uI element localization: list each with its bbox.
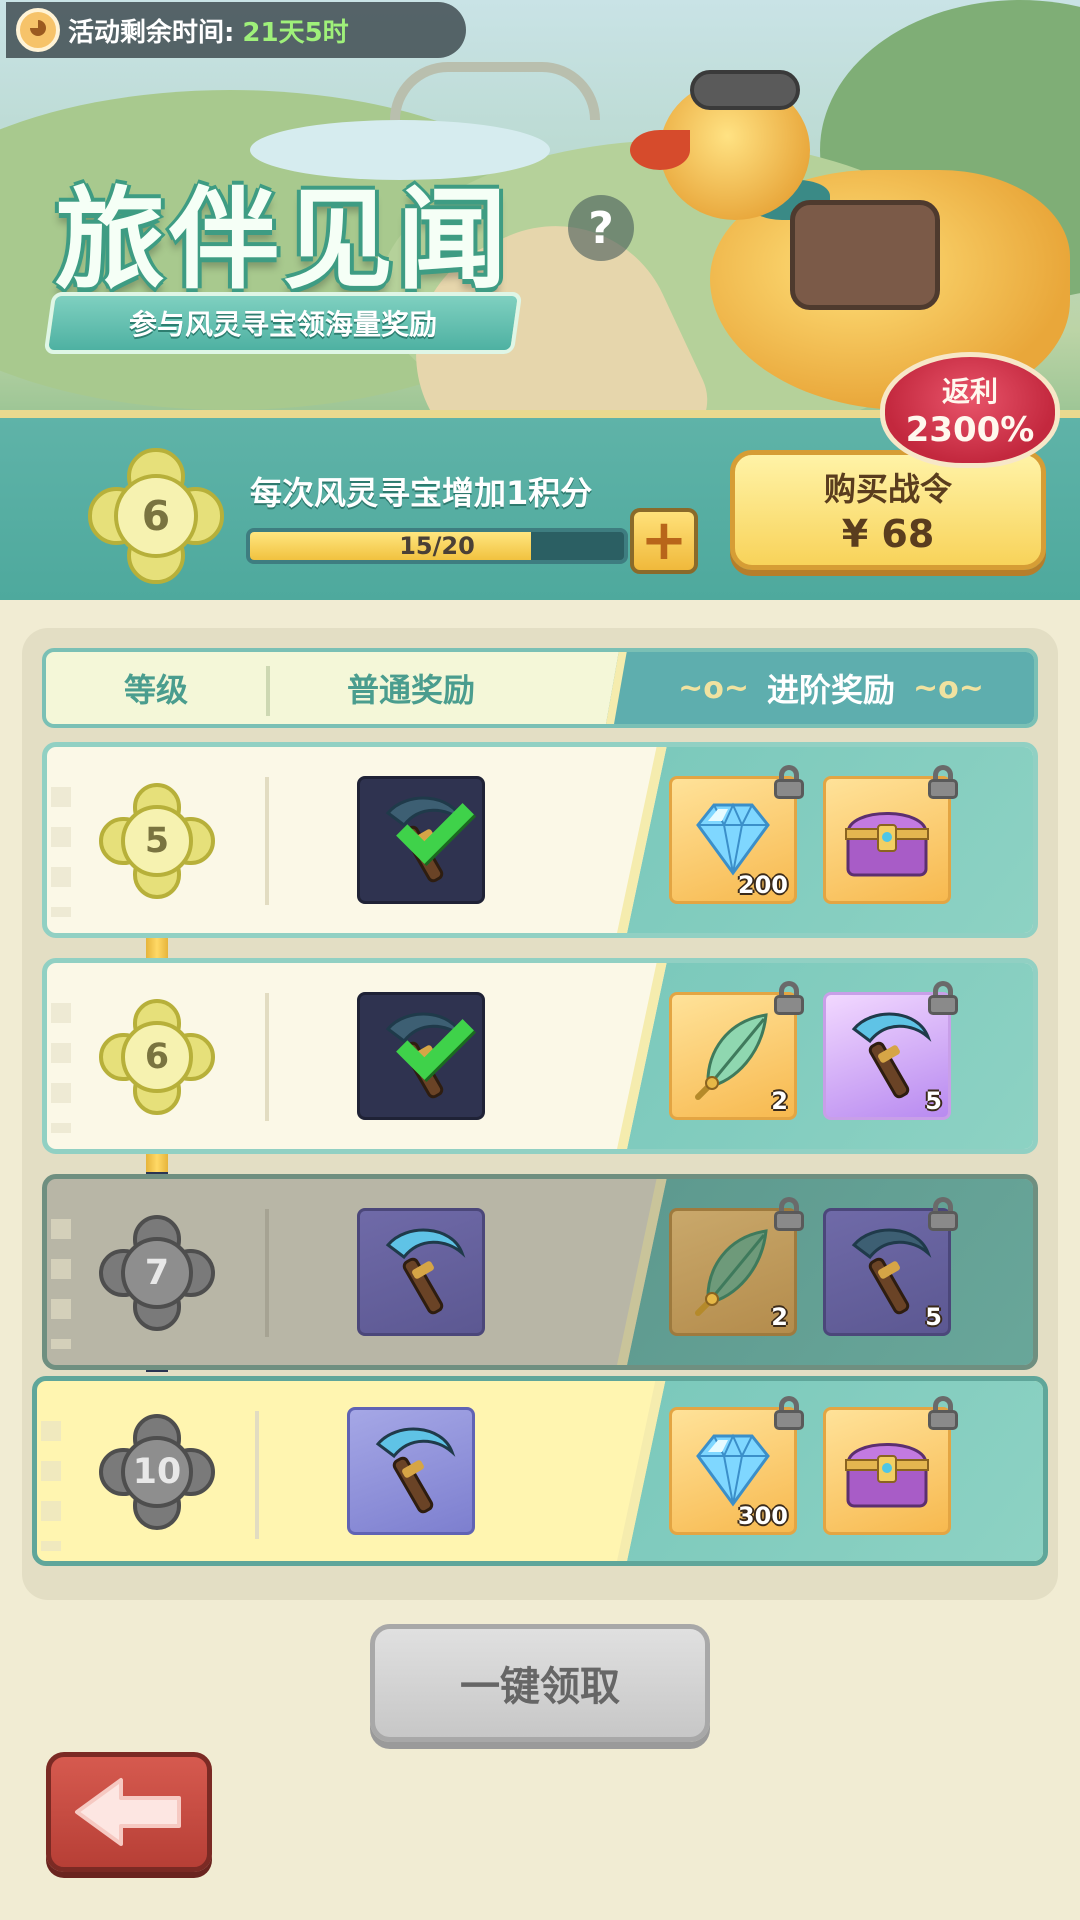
event-timer: 活动剩余时间: 21天5时 (6, 2, 466, 58)
current-level-badge: 6 (88, 448, 224, 584)
reward-quantity: 5 (925, 1303, 942, 1331)
advanced-reward-slot[interactable]: 2 (669, 1197, 804, 1336)
reward-row[interactable]: 6 2 5 (42, 958, 1038, 1154)
rewards-table-header: 等级 普通奖励 ~o~ 进阶奖励 ~o~ (42, 648, 1038, 728)
advanced-reward-slot[interactable]: 2 (669, 981, 804, 1120)
reward-quantity: 2 (771, 1087, 788, 1115)
reward-row[interactable]: 7 2 5 (42, 1174, 1038, 1370)
advanced-reward-slot[interactable]: 300 (669, 1396, 804, 1535)
advanced-reward-slot[interactable]: 5 (823, 1197, 958, 1336)
lock-icon (928, 765, 958, 799)
reward-row[interactable]: 5 200 (42, 742, 1038, 938)
lock-icon (774, 981, 804, 1015)
advanced-reward-slot[interactable] (823, 1396, 958, 1535)
event-title: 旅伴见闻 (55, 176, 511, 304)
column-advanced-label: 进阶奖励 (766, 671, 895, 709)
row-level-badge: 6 (99, 999, 215, 1115)
lock-icon (774, 765, 804, 799)
row-level-badge: 10 (99, 1414, 215, 1530)
advanced-reward-slot[interactable]: 200 (669, 765, 804, 904)
swirl-ornament-icon: ~o~ (678, 670, 749, 706)
level-number: 10 (132, 1452, 182, 1492)
swirl-ornament-icon: ~o~ (913, 670, 984, 706)
column-advanced-reward: ~o~ 进阶奖励 ~o~ (616, 652, 1034, 724)
event-subtitle: 参与风灵寻宝领海量奖励 (43, 292, 523, 354)
reward-quantity: 5 (925, 1087, 942, 1115)
reward-quantity: 2 (771, 1303, 788, 1331)
reward-quantity: 200 (737, 871, 788, 899)
reward-quantity: 300 (737, 1502, 788, 1530)
normal-reward-slot[interactable] (347, 1407, 475, 1535)
lock-icon (928, 1396, 958, 1430)
rebate-value: 2300% (905, 410, 1035, 450)
column-level: 等级 (123, 671, 188, 709)
lock-icon (774, 1197, 804, 1231)
rebate-badge: 返利 2300% (880, 352, 1060, 468)
progress-text: 15/20 (399, 532, 475, 560)
subtitle-text: 参与风灵寻宝领海量奖励 (128, 308, 437, 341)
row-level-badge: 7 (99, 1215, 215, 1331)
normal-reward-slot[interactable] (357, 1208, 485, 1336)
timer-label: 活动剩余时间: (68, 17, 235, 48)
advanced-reward-slot[interactable] (823, 765, 958, 904)
advanced-reward-slot[interactable]: 5 (823, 981, 958, 1120)
buy-pass-label: 购买战令 (823, 470, 952, 508)
normal-reward-slot[interactable] (357, 992, 485, 1120)
lock-icon (928, 981, 958, 1015)
chest-icon (845, 1443, 929, 1508)
reward-row[interactable]: 10 300 (32, 1376, 1048, 1566)
points-description: 每次风灵寻宝增加1积分 (250, 474, 593, 512)
help-button[interactable]: ? (568, 195, 634, 261)
buy-pass-price: ¥ 68 (841, 512, 935, 556)
normal-reward-slot[interactable] (357, 776, 485, 904)
timer-value: 21天5时 (242, 17, 349, 48)
claim-all-button[interactable]: 一键领取 (370, 1624, 710, 1742)
scythe-icon (385, 1228, 466, 1315)
rebate-label: 返利 (941, 375, 998, 408)
back-button[interactable] (46, 1752, 212, 1872)
points-progress-bar: 15/20 (246, 528, 628, 564)
back-arrow-icon (75, 1778, 181, 1846)
lock-icon (928, 1197, 958, 1231)
level-number: 6 (141, 492, 171, 540)
row-level-badge: 5 (99, 783, 215, 899)
level-number: 6 (144, 1037, 170, 1077)
clock-icon (16, 8, 60, 52)
chest-icon (845, 812, 929, 877)
scythe-icon (375, 1427, 456, 1514)
level-number: 5 (144, 821, 170, 861)
buy-pass-button[interactable]: 购买战令 ¥ 68 (730, 450, 1046, 570)
lock-icon (774, 1396, 804, 1430)
add-points-button[interactable]: + (630, 508, 698, 574)
bridge-illustration (390, 62, 600, 120)
level-number: 7 (144, 1253, 170, 1293)
column-normal-reward: 普通奖励 (346, 671, 475, 709)
